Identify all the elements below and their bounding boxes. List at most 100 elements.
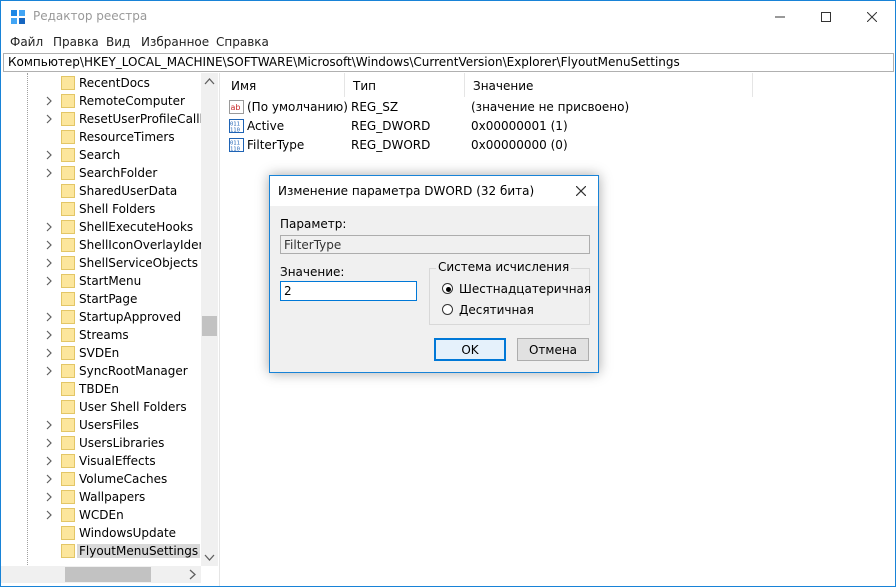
tree-item-label: TBDEn bbox=[79, 382, 119, 396]
radio-dec-label: Десятичная bbox=[459, 303, 534, 317]
dialog-close-button[interactable] bbox=[564, 176, 598, 206]
tree-item[interactable]: VolumeCaches bbox=[1, 470, 201, 488]
ok-button[interactable]: OK bbox=[434, 338, 506, 361]
edit-dword-dialog: Изменение параметра DWORD (32 бита) Пара… bbox=[269, 175, 599, 373]
address-bar[interactable]: Компьютер\HKEY_LOCAL_MACHINE\SOFTWARE\Mi… bbox=[3, 53, 894, 72]
folder-icon bbox=[61, 400, 75, 414]
folder-icon bbox=[61, 94, 75, 108]
menu-file[interactable]: Файл bbox=[10, 35, 43, 49]
tree-item[interactable]: WindowsUpdate bbox=[1, 524, 201, 542]
value-data-input[interactable]: 2 bbox=[280, 281, 417, 301]
tree-item[interactable]: RemoteComputer bbox=[1, 92, 201, 110]
window-title: Редактор реестра bbox=[33, 9, 148, 23]
chevron-right-icon[interactable] bbox=[44, 437, 54, 449]
chevron-right-icon[interactable] bbox=[44, 257, 54, 269]
menu-edit[interactable]: Правка bbox=[53, 35, 99, 49]
tree-item[interactable]: SyncRootManager bbox=[1, 362, 201, 380]
registry-key-tree[interactable]: RecentDocs RemoteComputer ResetUserProfile… bbox=[1, 73, 220, 586]
chevron-right-icon[interactable] bbox=[44, 455, 54, 467]
tree-item[interactable]: WCDEn bbox=[1, 506, 201, 524]
dword-value-icon: 011110 bbox=[229, 138, 244, 152]
menu-favorites[interactable]: Избранное bbox=[141, 35, 209, 49]
value-row[interactable]: 011 110 Active REG_DWORD 0x00000001 (1) bbox=[223, 117, 895, 136]
tree-item[interactable]: RecentDocs bbox=[1, 74, 201, 92]
tree-item-label: UsersLibraries bbox=[79, 436, 165, 450]
tree-item-label: SyncRootManager bbox=[79, 364, 188, 378]
tree-item[interactable]: ResourceTimers bbox=[1, 128, 201, 146]
tree-item-label: User Shell Folders bbox=[79, 400, 187, 414]
chevron-right-icon[interactable] bbox=[44, 239, 54, 251]
tree-item[interactable]: StartupApproved bbox=[1, 308, 201, 326]
maximize-button[interactable] bbox=[803, 1, 849, 32]
chevron-right-icon[interactable] bbox=[44, 473, 54, 485]
value-row[interactable]: ab (По умолчанию) REG_SZ (значение не присв… bbox=[223, 98, 895, 117]
tree-item[interactable]: Search bbox=[1, 146, 201, 164]
tree-item-label: RecentDocs bbox=[79, 76, 150, 90]
tree-item[interactable]: ShellExecuteHooks bbox=[1, 218, 201, 236]
title-bar[interactable]: Редактор реестра bbox=[1, 1, 895, 32]
tree-item[interactable]: ShellServiceObjects bbox=[1, 254, 201, 272]
tree-item-label: RemoteComputer bbox=[79, 94, 185, 108]
tree-item[interactable]: ResetUserProfileCallba bbox=[1, 110, 215, 128]
tree-horizontal-scrollbar[interactable] bbox=[1, 566, 201, 583]
close-window-button[interactable] bbox=[849, 1, 895, 32]
chevron-right-icon[interactable] bbox=[44, 365, 54, 377]
tree-item-label: ResetUserProfileCallba bbox=[79, 112, 215, 126]
chevron-right-icon[interactable] bbox=[44, 221, 54, 233]
folder-icon bbox=[61, 292, 75, 306]
cancel-button[interactable]: Отмена bbox=[517, 338, 589, 361]
tree-item[interactable]: TBDEn bbox=[1, 380, 201, 398]
tree-item[interactable]: User Shell Folders bbox=[1, 398, 201, 416]
column-header-name[interactable]: Имя bbox=[223, 73, 345, 97]
tree-item[interactable]: StartMenu bbox=[1, 272, 201, 290]
menu-view[interactable]: Вид bbox=[106, 35, 130, 49]
tree-item[interactable]: Shell Folders bbox=[1, 200, 201, 218]
scroll-right-icon bbox=[189, 569, 196, 580]
value-row[interactable]: 011 110 FilterType REG_DWORD 0x00000000 (0) bbox=[223, 136, 895, 155]
radio-decimal[interactable]: Десятичная bbox=[442, 303, 602, 319]
chevron-right-icon[interactable] bbox=[44, 113, 54, 125]
tree-item[interactable]: VisualEffects bbox=[1, 452, 201, 470]
tree-item[interactable]: Wallpapers bbox=[1, 488, 201, 506]
chevron-right-icon[interactable] bbox=[44, 167, 54, 179]
folder-icon bbox=[61, 364, 75, 378]
tree-item[interactable]: ShellIconOverlayIdentii bbox=[1, 236, 218, 254]
tree-item[interactable]: StartPage bbox=[1, 290, 201, 308]
value-type: REG_DWORD bbox=[351, 119, 431, 133]
value-name: Active bbox=[247, 119, 285, 133]
tree-item[interactable]: SVDEn bbox=[1, 344, 201, 362]
dialog-title: Изменение параметра DWORD (32 бита) bbox=[278, 184, 535, 198]
svg-text:ab: ab bbox=[231, 103, 241, 112]
chevron-right-icon[interactable] bbox=[44, 275, 54, 287]
dialog-title-bar[interactable]: Изменение параметра DWORD (32 бита) bbox=[270, 176, 598, 206]
chevron-right-icon[interactable] bbox=[44, 149, 54, 161]
tree-item[interactable]: SharedUserData bbox=[1, 182, 201, 200]
tree-item[interactable]: FlyoutMenuSettings bbox=[1, 542, 201, 560]
chevron-right-icon[interactable] bbox=[44, 311, 54, 323]
menu-help[interactable]: Справка bbox=[216, 35, 269, 49]
folder-icon bbox=[61, 130, 75, 144]
tree-item[interactable]: Streams bbox=[1, 326, 201, 344]
tree-item[interactable]: UsersFiles bbox=[1, 416, 201, 434]
chevron-right-icon[interactable] bbox=[44, 419, 54, 431]
radio-hexadecimal[interactable]: Шестнадцатеричная bbox=[442, 282, 602, 298]
tree-item-label: ResourceTimers bbox=[79, 130, 175, 144]
value-data: 0x00000001 (1) bbox=[471, 119, 568, 133]
tree-scroll-thumb[interactable] bbox=[202, 316, 217, 336]
column-header-type[interactable]: Тип bbox=[345, 73, 465, 97]
menu-bar: Файл Правка Вид Избранное Справка bbox=[1, 32, 895, 53]
chevron-right-icon[interactable] bbox=[44, 491, 54, 503]
chevron-right-icon[interactable] bbox=[44, 509, 54, 521]
chevron-right-icon[interactable] bbox=[44, 329, 54, 341]
tree-item[interactable]: SearchFolder bbox=[1, 164, 201, 182]
minimize-button[interactable] bbox=[757, 1, 803, 32]
svg-text:110: 110 bbox=[230, 147, 240, 153]
base-groupbox: Система исчисления Шестнадцатеричная Дес… bbox=[429, 260, 591, 325]
tree-item[interactable]: UsersLibraries bbox=[1, 434, 201, 452]
chevron-right-icon[interactable] bbox=[44, 347, 54, 359]
chevron-right-icon[interactable] bbox=[44, 95, 54, 107]
column-header-value[interactable]: Значение bbox=[465, 73, 753, 97]
folder-icon bbox=[61, 148, 75, 162]
tree-hscroll-thumb[interactable] bbox=[65, 567, 151, 582]
tree-vertical-scrollbar[interactable] bbox=[201, 73, 218, 566]
